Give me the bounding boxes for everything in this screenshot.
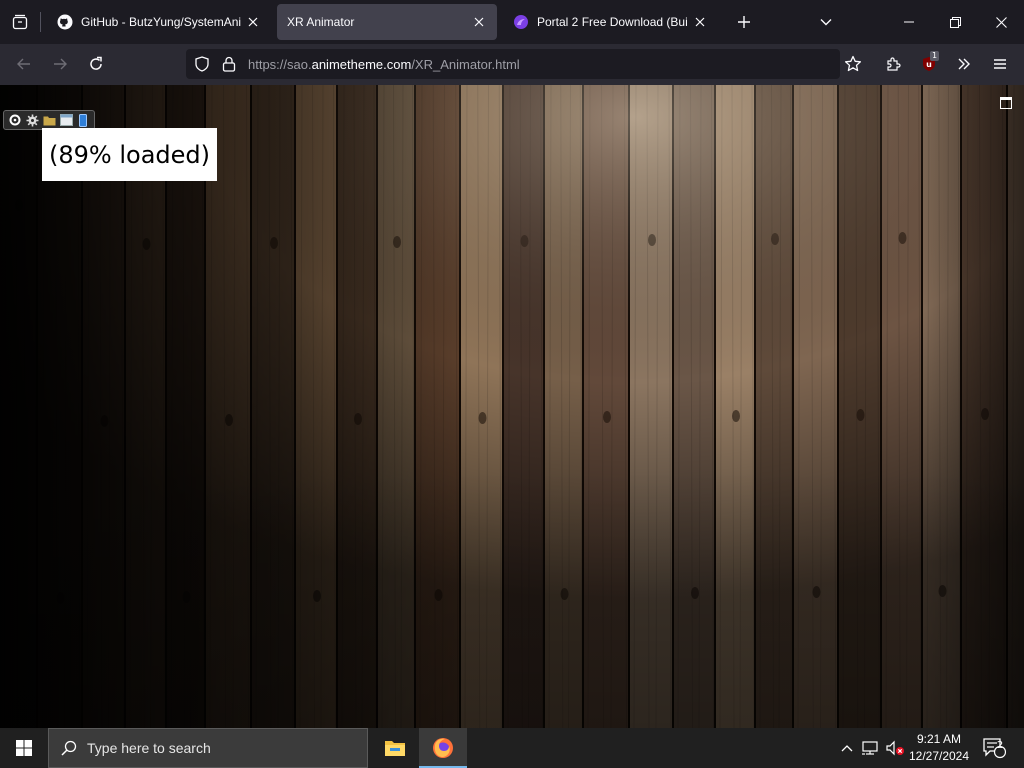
chevron-down-icon	[820, 19, 832, 26]
url-host: animetheme.com	[311, 57, 412, 72]
bookmark-star-button[interactable]	[837, 48, 869, 80]
chevron-up-icon	[841, 745, 853, 752]
loading-progress-box: (89% loaded)	[42, 128, 217, 181]
back-button[interactable]	[8, 48, 40, 80]
github-icon	[57, 14, 73, 30]
extension-badge: 1	[930, 51, 940, 61]
phone-icon[interactable]	[76, 113, 90, 127]
system-clock[interactable]: 9:21 AM 12/27/2024	[904, 731, 974, 765]
start-button[interactable]	[0, 728, 48, 768]
hamburger-menu-icon	[994, 59, 1006, 69]
app-menu-button[interactable]	[984, 48, 1016, 80]
star-icon	[844, 55, 862, 72]
tab-portal2[interactable]: Portal 2 Free Download (Build 8	[503, 4, 718, 40]
refresh-icon[interactable]	[8, 113, 22, 127]
tab-separator	[40, 12, 41, 32]
window-mode-icon[interactable]	[1000, 97, 1012, 109]
restore-icon	[949, 16, 961, 28]
forward-button[interactable]	[44, 48, 76, 80]
notification-count: 2	[996, 740, 1004, 751]
minimize-icon	[904, 21, 914, 23]
windows-taskbar: Type here to search 9:21 AM 12/27/2024 2	[0, 728, 1024, 768]
more-tools-button[interactable]	[948, 48, 980, 80]
loading-progress-text: (89% loaded)	[49, 140, 210, 169]
close-window-button[interactable]	[978, 0, 1024, 44]
url-bar[interactable]: https://sao.animetheme.com/XR_Animator.h…	[186, 49, 840, 79]
back-arrow-icon	[17, 58, 30, 70]
lock-icon[interactable]	[222, 56, 236, 72]
network-status[interactable]	[860, 728, 884, 768]
close-icon	[995, 16, 1007, 28]
folder-icon[interactable]	[42, 113, 56, 127]
list-all-tabs-button[interactable]	[810, 6, 842, 38]
tracking-protection-shield-icon[interactable]	[194, 56, 210, 72]
page-viewport[interactable]	[0, 85, 1024, 728]
url-path: /XR_Animator.html	[411, 57, 520, 72]
ublock-origin-button[interactable]: u 1	[913, 48, 945, 80]
search-placeholder: Type here to search	[87, 740, 211, 756]
tab-title: Portal 2 Free Download (Build 8	[537, 15, 688, 29]
windows-logo-icon	[16, 740, 32, 756]
url-text: https://sao.animetheme.com/XR_Animator.h…	[248, 57, 520, 72]
portal-icon	[513, 14, 529, 30]
tab-github[interactable]: GitHub - ButzYung/SystemAnimatorOnline	[47, 4, 271, 40]
tab-overview-button[interactable]	[0, 0, 40, 44]
url-prefix: https://sao.	[248, 57, 312, 72]
restore-button[interactable]	[932, 0, 978, 44]
forward-arrow-icon	[54, 58, 67, 70]
xr-animator-toolbar	[3, 110, 95, 130]
close-tab-icon[interactable]	[245, 14, 261, 30]
tab-title: XR Animator	[287, 15, 355, 29]
firefox-icon	[433, 738, 453, 758]
tab-overview-icon	[12, 14, 28, 30]
svg-text:u: u	[926, 60, 932, 69]
double-chevron-right-icon	[958, 58, 970, 70]
reload-button[interactable]	[80, 48, 112, 80]
search-icon	[61, 740, 77, 756]
volume-muted-icon	[886, 740, 904, 756]
tab-title: GitHub - ButzYung/SystemAnimatorOnline	[81, 15, 241, 29]
window-icon[interactable]	[59, 113, 73, 127]
tab-strip: GitHub - ButzYung/SystemAnimatorOnline X…	[0, 0, 1024, 44]
close-tab-icon[interactable]	[692, 14, 708, 30]
file-explorer-icon	[385, 741, 405, 756]
taskbar-firefox[interactable]	[419, 728, 467, 768]
clock-time: 9:21 AM	[916, 732, 962, 746]
tab-xr-animator[interactable]: XR Animator	[277, 4, 497, 40]
gear-icon[interactable]	[25, 113, 39, 127]
wood-plank-background	[0, 85, 1024, 728]
navigation-toolbar: https://sao.animetheme.com/XR_Animator.h…	[0, 44, 1024, 85]
taskbar-file-explorer[interactable]	[371, 728, 419, 768]
show-hidden-icons-button[interactable]	[838, 728, 856, 768]
taskbar-search-box[interactable]: Type here to search	[48, 728, 368, 768]
clock-date: 12/27/2024	[908, 749, 970, 763]
puzzle-piece-icon	[887, 57, 901, 71]
plus-icon	[738, 16, 750, 28]
action-center-button[interactable]: 2	[978, 728, 1010, 768]
network-disconnected-icon	[862, 741, 878, 755]
minimize-button[interactable]	[886, 0, 932, 44]
new-tab-button[interactable]	[728, 6, 760, 38]
reload-icon	[90, 56, 102, 70]
extensions-button[interactable]	[877, 48, 909, 80]
volume-status[interactable]	[884, 728, 906, 768]
close-tab-icon[interactable]	[471, 14, 487, 30]
